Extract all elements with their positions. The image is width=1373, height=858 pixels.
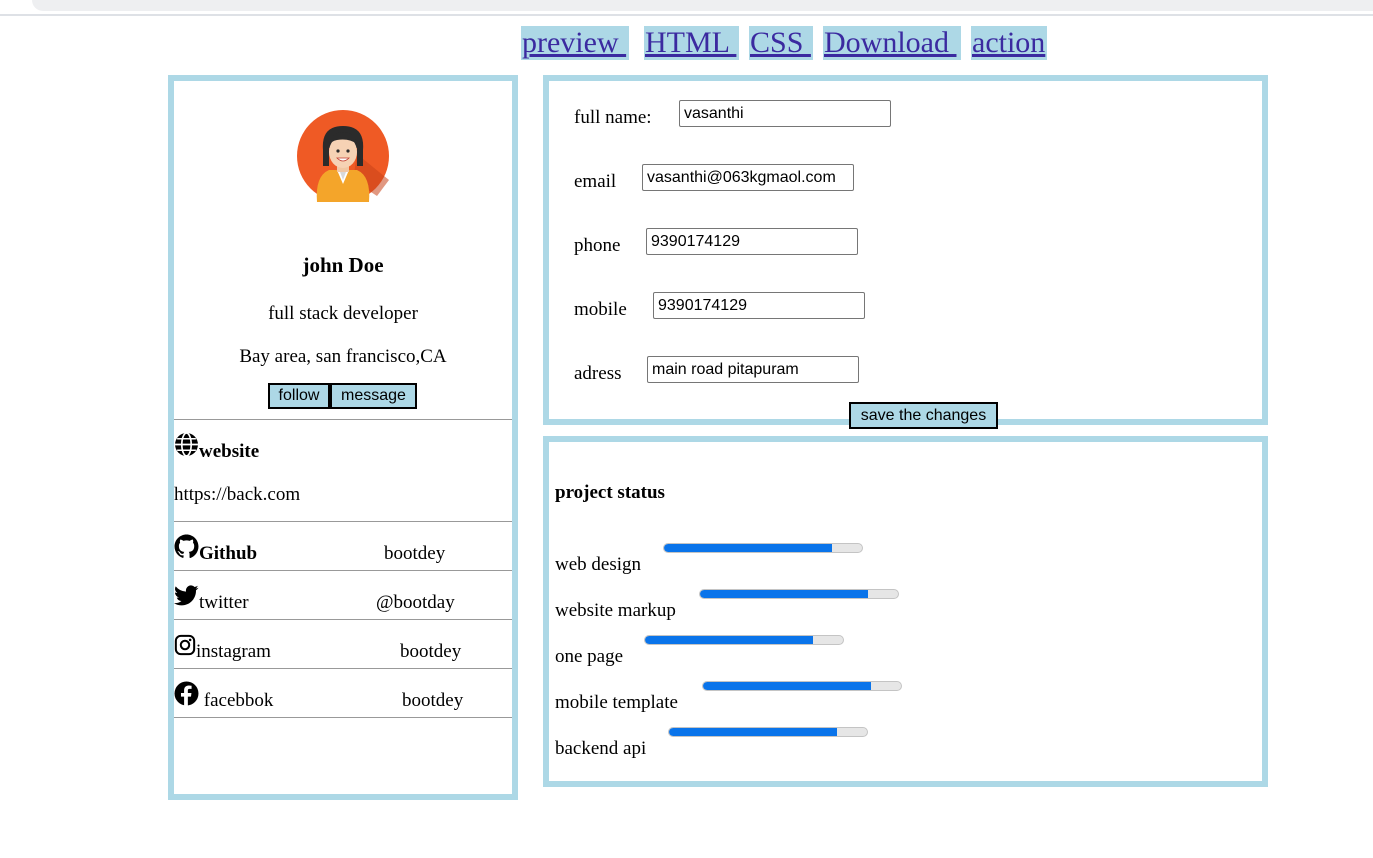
fullname-label: full name: xyxy=(574,107,652,128)
progress-bar xyxy=(663,543,863,553)
profile-name: john Doe xyxy=(302,253,384,277)
divider xyxy=(174,668,512,669)
twitter-value: @bootday xyxy=(376,592,455,613)
project-status-title: project status xyxy=(555,482,665,503)
nav-html-link[interactable]: HTML xyxy=(644,26,739,60)
nav-download-link[interactable]: Download xyxy=(823,26,961,60)
email-label: email xyxy=(574,171,617,192)
progress-bar xyxy=(702,681,902,691)
divider xyxy=(174,521,512,522)
nav-css-link[interactable]: CSS xyxy=(749,26,813,60)
mobile-field[interactable] xyxy=(653,292,865,319)
contact-form-card: full name: email phone mobile adress sav… xyxy=(543,75,1268,429)
facebook-label: facebbok xyxy=(199,690,274,711)
divider xyxy=(174,717,512,718)
project-item-label: mobile template xyxy=(555,692,678,713)
github-value: bootdey xyxy=(384,543,446,564)
project-item-label: web design xyxy=(555,554,642,575)
phone-label: phone xyxy=(574,235,621,256)
progress-fill xyxy=(664,544,833,552)
follow-button[interactable]: follow xyxy=(268,383,330,409)
globe-icon xyxy=(175,432,198,457)
progress-bar xyxy=(699,589,899,599)
project-item-label: backend api xyxy=(555,738,647,759)
message-button[interactable]: message xyxy=(330,383,417,409)
instagram-icon xyxy=(174,634,196,656)
project-item-label: website markup xyxy=(555,600,676,621)
instagram-label: instagram xyxy=(196,641,271,662)
divider xyxy=(174,619,512,620)
divider xyxy=(174,570,512,571)
facebook-icon xyxy=(174,681,199,706)
website-label: website xyxy=(199,441,260,462)
twitter-icon xyxy=(174,585,199,606)
nav-preview-link[interactable]: preview xyxy=(521,26,629,60)
instagram-value: bootdey xyxy=(400,641,462,662)
save-changes-button[interactable]: save the changes xyxy=(849,402,998,429)
browser-divider xyxy=(0,14,1373,16)
twitter-label: twitter xyxy=(199,592,249,613)
profile-role: full stack developer xyxy=(268,303,418,324)
progress-fill xyxy=(645,636,814,644)
fullname-field[interactable] xyxy=(679,100,891,127)
website-url[interactable]: https://back.com xyxy=(174,484,300,506)
address-label: adress xyxy=(574,363,622,384)
divider xyxy=(174,419,512,420)
address-field[interactable] xyxy=(647,356,859,383)
avatar xyxy=(297,110,389,202)
nav-action-link[interactable]: action xyxy=(971,26,1047,60)
progress-bar xyxy=(668,727,868,737)
facebook-value: bootdey xyxy=(402,690,464,711)
browser-top-bar xyxy=(32,0,1373,11)
progress-fill xyxy=(703,682,872,690)
profile-card: john Doe full stack developer Bay area, … xyxy=(168,75,518,800)
github-label: Github xyxy=(199,543,258,564)
github-icon xyxy=(174,534,199,559)
mobile-label: mobile xyxy=(574,299,627,320)
progress-bar xyxy=(644,635,844,645)
progress-fill xyxy=(669,728,838,736)
progress-fill xyxy=(700,590,869,598)
project-item-label: one page xyxy=(555,646,624,667)
phone-field[interactable] xyxy=(646,228,858,255)
project-status-card: project status web design website markup… xyxy=(543,436,1268,787)
profile-location: Bay area, san francisco,CA xyxy=(239,346,447,367)
email-field[interactable] xyxy=(642,164,854,191)
